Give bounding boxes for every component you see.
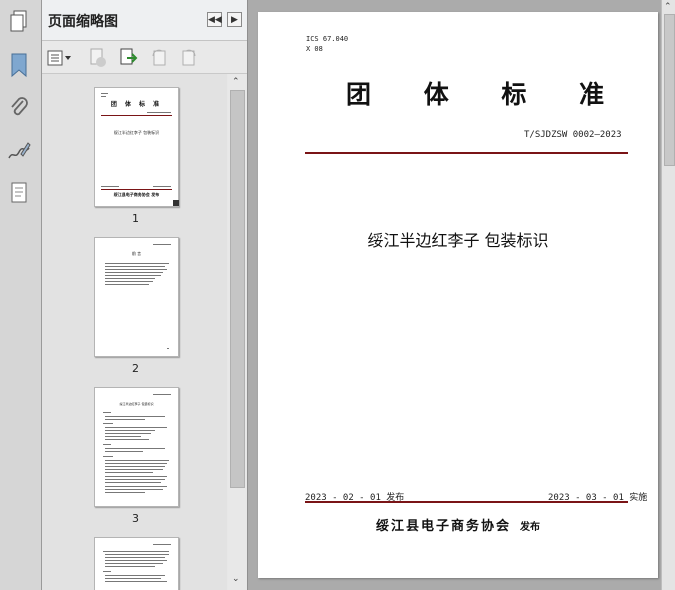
expand-pane-icon[interactable]: ▶ [227,12,242,27]
rotate-cw-icon[interactable] [178,47,200,69]
thumbnail-toolbar [42,41,247,74]
document-viewer: ICS 67.040 X 08 团 体 标 准 T/SJDZSW 0002—20… [248,0,661,590]
footer-rule [305,501,628,503]
standard-number: T/SJDZSW 0002—2023 [524,130,622,140]
collapse-pane-icon[interactable]: ◀◀ [207,12,222,27]
thumbnail-list: 团 体 标 准 绥江半边红李子 包装标识 绥江县电子商务协会 发布 1 前 言 … [42,74,227,590]
document-title: 绥江半边红李子 包装标识 [367,231,549,250]
thumbnail-resize-handle[interactable] [173,200,179,206]
attachment-icon[interactable] [6,95,32,121]
thumbnail-label-3: 3 [132,512,139,525]
document-scroll-thumb[interactable] [664,14,675,166]
extract-page-icon[interactable] [118,47,140,69]
thumbnail-scroll-thumb[interactable] [230,90,245,488]
document-page: ICS 67.040 X 08 团 体 标 准 T/SJDZSW 0002—20… [258,12,658,578]
thumbnail-label-1: 1 [132,212,139,225]
pane-header: 页面缩略图 ◀◀ ▶ [42,0,247,41]
bookmark-icon[interactable] [6,52,32,78]
layers-icon[interactable] [6,180,32,206]
thumbnail-2-heading: 前 言 [131,251,142,256]
thumbnail-1-heading: 团 体 标 准 [110,101,163,108]
scroll-down-icon[interactable]: ⌄ [232,574,240,584]
thumbnail-page-2[interactable]: 前 言 [94,237,179,357]
thumbnail-page-1[interactable]: 团 体 标 准 绥江半边红李子 包装标识 绥江县电子商务协会 发布 [94,87,179,207]
thumbnail-1-footer: 绥江县电子商务协会 发布 [113,192,160,197]
thumbnail-1-title: 绥江半边红李子 包装标识 [113,130,160,135]
ics-code: ICS 67.040 [306,35,349,43]
document-heading: 团 体 标 准 [346,80,627,109]
scroll-up-icon[interactable]: ⌃ [232,77,240,87]
delete-page-icon[interactable] [87,47,109,69]
thumbnail-scrollbar[interactable]: ⌃ ⌄ [228,74,246,590]
signature-icon[interactable] [6,138,32,164]
thumbnail-3-heading: 绥江半边红李子 包装标识 [119,402,154,406]
ccs-code: X 08 [306,45,323,53]
publisher-name: 绥江县电子商务协会 [375,519,511,534]
doc-scroll-up-icon[interactable]: ⌃ [664,2,672,12]
page-thumbnails-icon[interactable] [6,8,32,34]
publisher-line: 绥江县电子商务协会 发布 [258,515,658,534]
thumbnail-pane: 页面缩略图 ◀◀ ▶ 团 体 标 准 绥江半边红李子 包装标识 绥江县电子商务协… [42,0,248,590]
rotate-ccw-icon[interactable] [148,47,170,69]
thumbnail-label-2: 2 [132,362,139,375]
pane-title: 页面缩略图 [48,14,118,30]
publisher-suffix: 发布 [520,522,541,533]
options-menu-icon[interactable] [47,47,73,69]
thumbnail-page-4[interactable] [94,537,179,590]
document-scrollbar[interactable]: ⌃ [661,0,675,590]
header-rule [305,152,628,154]
thumbnail-page-3[interactable]: 绥江半边红李子 包装标识 [94,387,179,507]
navigation-rail [0,0,42,590]
